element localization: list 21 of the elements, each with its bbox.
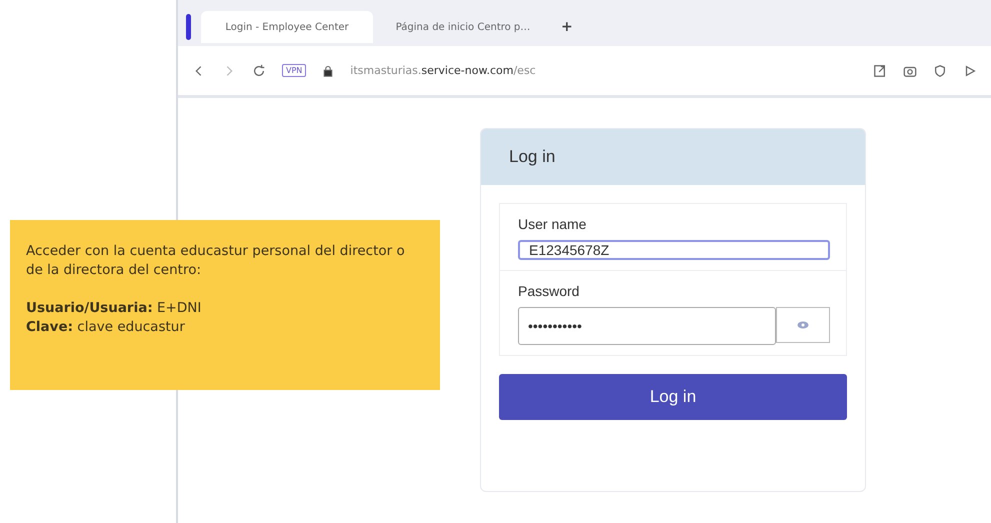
eye-icon <box>797 321 809 329</box>
callout-text: Acceder con la cuenta educastur personal del director o de la directora del centro: <box>26 242 406 280</box>
url-text[interactable]: itsmasturias.service-now.com/esc <box>350 64 536 77</box>
shield-icon[interactable] <box>933 64 947 78</box>
username-field[interactable]: E12345678Z <box>518 240 830 260</box>
credential-line: Clave: clave educastur <box>26 318 186 337</box>
browser-tab[interactable]: Login - Employee Center <box>201 11 373 43</box>
login-button[interactable]: Log in <box>499 374 847 420</box>
browser-tab[interactable]: Página de inicio Centro p… <box>377 11 549 43</box>
credential-line: Usuario/Usuaria: E+DNI <box>26 299 202 318</box>
lock-icon[interactable] <box>322 64 334 76</box>
tab-accent-bar <box>186 14 191 40</box>
password-field[interactable]: ••••••••••• <box>518 307 776 345</box>
vpn-badge[interactable]: VPN <box>282 64 306 77</box>
share-icon[interactable] <box>873 64 887 78</box>
username-label: User name <box>518 216 588 232</box>
reload-icon[interactable] <box>252 64 266 78</box>
play-icon[interactable] <box>963 64 977 78</box>
new-tab-button[interactable]: + <box>561 19 573 35</box>
password-label: Password <box>518 283 580 299</box>
login-title: Log in <box>481 129 865 185</box>
